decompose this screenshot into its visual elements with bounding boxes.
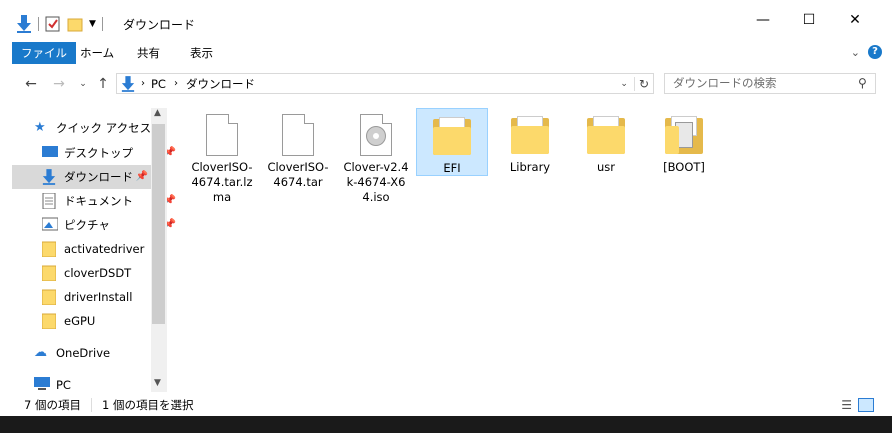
breadcrumb-pc[interactable]: PC bbox=[151, 77, 166, 91]
item-count: 7 個の項目 bbox=[24, 398, 81, 412]
file-item[interactable]: Clover-v2.4k-4674-X64.iso bbox=[340, 108, 412, 205]
chevron-down-icon[interactable]: ▼ bbox=[89, 19, 96, 29]
download-icon bbox=[42, 169, 58, 185]
details-view-icon[interactable]: ☰ bbox=[841, 398, 852, 412]
forward-button[interactable]: → bbox=[50, 75, 68, 93]
address-bar[interactable]: › PC › ダウンロード ⌄ ↻ bbox=[116, 73, 654, 94]
pc-icon bbox=[34, 377, 50, 393]
desktop-icon bbox=[42, 145, 58, 161]
scrollbar-thumb[interactable] bbox=[152, 124, 165, 324]
toolbar-divider bbox=[101, 17, 103, 31]
file-item[interactable]: CloverISO-4674.tar.lzma bbox=[186, 108, 258, 205]
up-button[interactable]: ↑ bbox=[94, 75, 112, 93]
cloud-icon: ☁ bbox=[34, 345, 47, 360]
breadcrumb-separator-icon[interactable]: › bbox=[174, 78, 178, 89]
folder-icon bbox=[41, 289, 58, 306]
folder-item[interactable]: [BOOT] bbox=[648, 108, 720, 175]
folder-icon bbox=[41, 241, 58, 258]
picture-icon bbox=[41, 217, 59, 233]
breadcrumb-separator-icon[interactable]: › bbox=[141, 78, 145, 89]
recent-locations-chevron-icon[interactable]: ⌄ bbox=[74, 75, 92, 93]
new-folder-icon[interactable] bbox=[67, 16, 83, 32]
close-button[interactable]: ✕ bbox=[832, 0, 878, 40]
large-icons-view-icon[interactable] bbox=[858, 398, 874, 412]
scroll-down-icon[interactable]: ▼ bbox=[154, 378, 161, 388]
quick-access-toolbar: ▼ bbox=[16, 14, 103, 34]
minimize-button[interactable]: — bbox=[740, 0, 786, 40]
status-bar: 7 個の項目 1 個の項目を選択 ☰ bbox=[0, 394, 892, 416]
address-dropdown-icon[interactable]: ⌄ bbox=[620, 79, 628, 89]
help-icon[interactable]: ? bbox=[868, 45, 882, 59]
download-arrow-icon[interactable] bbox=[16, 15, 32, 33]
tab-share[interactable]: 共有 bbox=[127, 42, 170, 64]
maximize-button[interactable]: ☐ bbox=[786, 0, 832, 40]
window-bottom-edge bbox=[0, 416, 892, 433]
properties-icon[interactable] bbox=[45, 16, 61, 32]
refresh-icon[interactable]: ↻ bbox=[633, 76, 649, 91]
tab-file[interactable]: ファイル bbox=[12, 42, 76, 64]
back-button[interactable]: ← bbox=[22, 75, 40, 93]
folder-with-document-icon bbox=[661, 112, 707, 158]
search-icon[interactable]: ⚲ bbox=[858, 76, 867, 90]
file-icon bbox=[275, 112, 321, 158]
navigation-pane: ★ クイック アクセス デスクトップ 📌 ダウンロード 📌 ドキュメント 📌 ピ… bbox=[12, 108, 176, 393]
folder-icon bbox=[429, 113, 475, 159]
window-title: ダウンロード bbox=[123, 18, 196, 32]
selection-count: 1 個の項目を選択 bbox=[101, 398, 194, 412]
tab-view[interactable]: 表示 bbox=[180, 42, 223, 64]
folder-icon bbox=[583, 112, 629, 158]
tab-home[interactable]: ホーム bbox=[70, 42, 124, 64]
status-divider bbox=[90, 398, 92, 412]
scroll-up-icon[interactable]: ▲ bbox=[154, 108, 161, 118]
folder-icon bbox=[507, 112, 553, 158]
folder-item[interactable]: usr bbox=[570, 108, 642, 175]
ribbon-controls: ⌄ ? bbox=[851, 45, 882, 59]
file-icon bbox=[199, 112, 245, 158]
folder-item-selected[interactable]: EFI bbox=[416, 108, 488, 176]
breadcrumb-downloads[interactable]: ダウンロード bbox=[186, 76, 255, 92]
expand-ribbon-icon[interactable]: ⌄ bbox=[851, 46, 860, 59]
download-location-icon bbox=[121, 75, 135, 92]
file-item[interactable]: CloverISO-4674.tar bbox=[262, 108, 334, 190]
star-icon: ★ bbox=[34, 120, 46, 135]
search-input[interactable]: ダウンロードの検索 bbox=[664, 73, 876, 94]
disc-image-icon bbox=[353, 112, 399, 158]
folder-icon bbox=[41, 313, 58, 330]
document-icon bbox=[42, 192, 58, 210]
toolbar-divider bbox=[38, 17, 39, 31]
sidebar-item-downloads[interactable]: ダウンロード 📌 bbox=[12, 165, 152, 189]
folder-item[interactable]: Library bbox=[494, 108, 566, 175]
folder-icon bbox=[41, 265, 58, 282]
pin-icon[interactable]: 📌 bbox=[136, 171, 148, 182]
